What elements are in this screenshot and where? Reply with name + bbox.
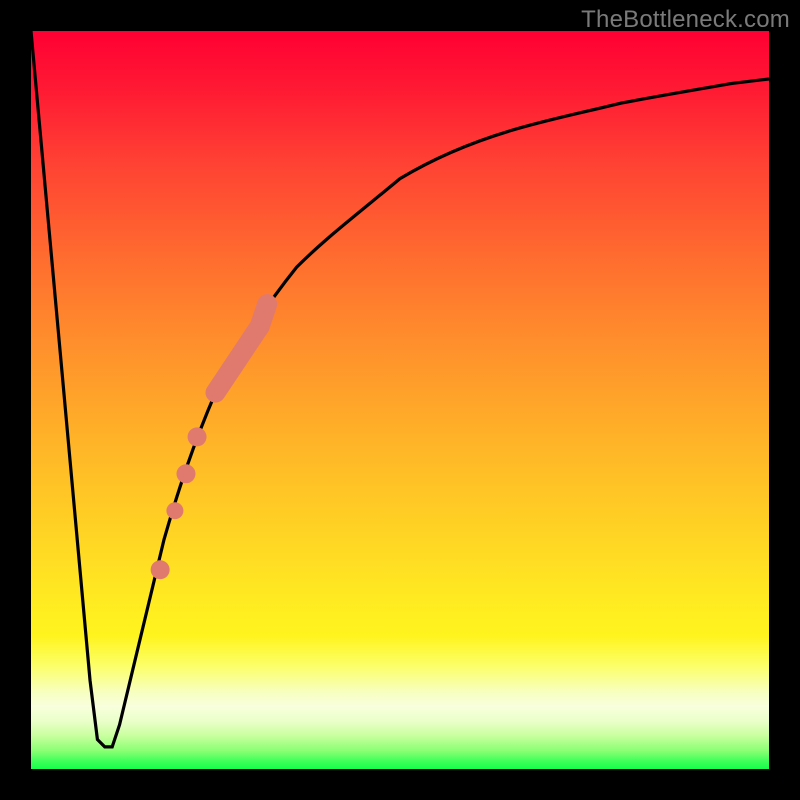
marker-dot-4 xyxy=(151,560,170,579)
highlight-segment xyxy=(216,304,268,393)
bottleneck-curve xyxy=(31,31,769,747)
watermark-text: TheBottleneck.com xyxy=(581,6,790,34)
marker-dot-2 xyxy=(176,464,195,483)
chart-frame: TheBottleneck.com xyxy=(0,0,800,800)
marker-dot-3 xyxy=(166,502,183,519)
chart-plot-area xyxy=(31,31,769,769)
chart-svg xyxy=(31,31,769,769)
marker-dot-1 xyxy=(188,427,207,446)
